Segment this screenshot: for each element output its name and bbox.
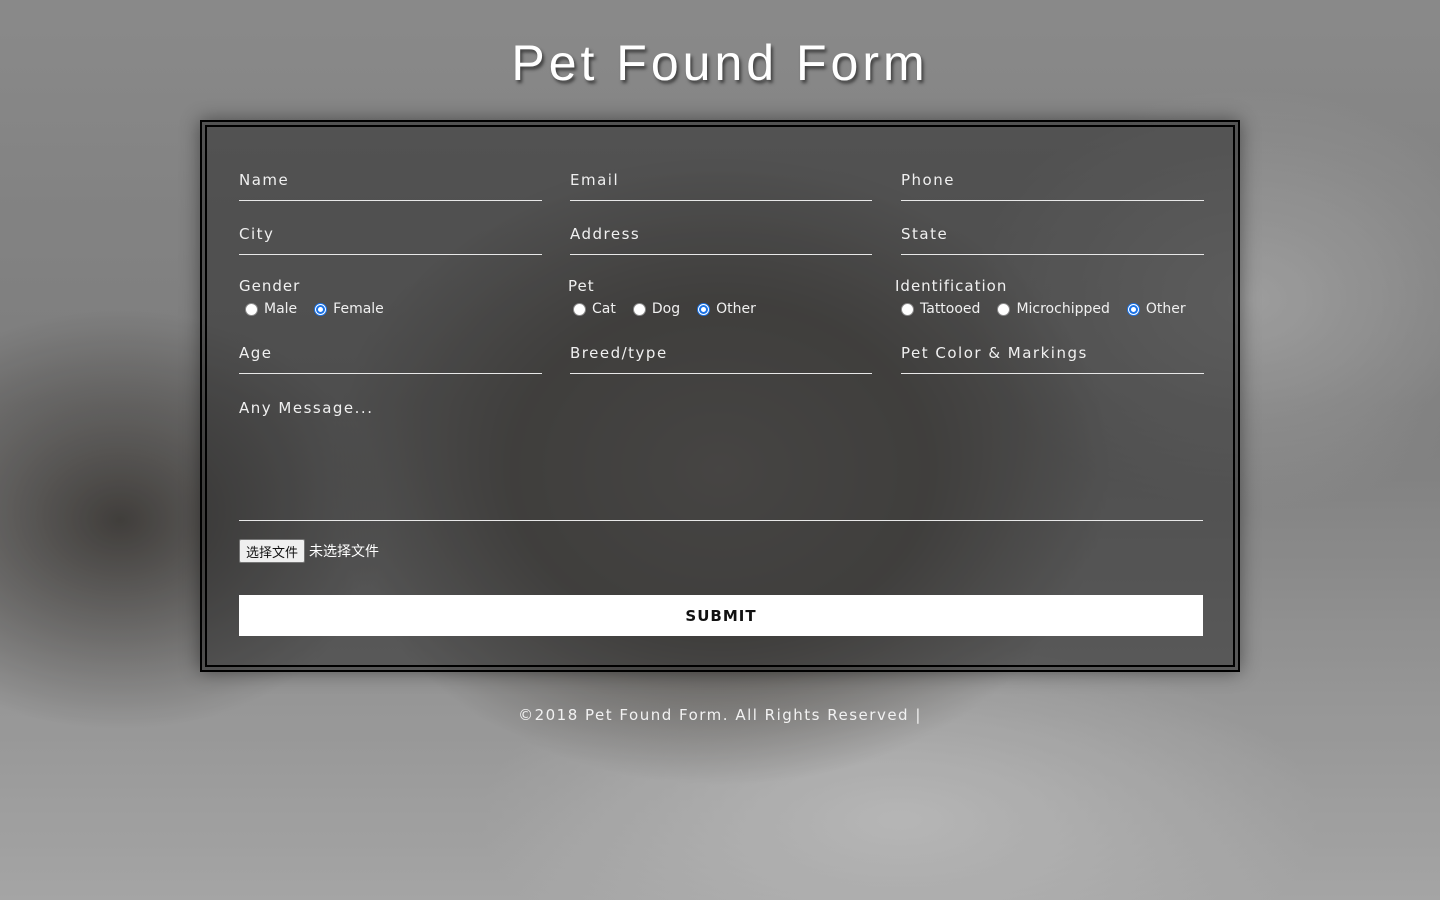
gender-label: Gender — [239, 277, 301, 295]
submit-button[interactable]: SUBMIT — [239, 595, 1203, 636]
phone-field[interactable]: Phone — [901, 163, 1204, 201]
form-inner-border: Name Email Phone City Address State Gend… — [205, 125, 1235, 667]
message-placeholder: Any Message... — [239, 399, 374, 417]
pet-option-label: Cat — [592, 301, 616, 317]
radio-pet-other[interactable] — [697, 302, 711, 316]
pet-option-label: Other — [716, 301, 756, 317]
message-textarea[interactable]: Any Message... — [239, 395, 1203, 521]
identification-options: Tattooed Microchipped Other — [901, 301, 1203, 317]
email-placeholder: Email — [570, 171, 620, 189]
radio-cat[interactable] — [573, 302, 586, 316]
gender-option-label: Female — [333, 301, 384, 317]
age-placeholder: Age — [239, 344, 273, 362]
pet-option-dog[interactable]: Dog — [632, 301, 681, 317]
pet-option-cat[interactable]: Cat — [573, 301, 616, 317]
identification-option-tattooed[interactable]: Tattooed — [901, 301, 980, 317]
identification-option-other[interactable]: Other — [1126, 301, 1186, 317]
file-upload: 选择文件 未选择文件 — [239, 539, 379, 563]
radio-microchipped[interactable] — [997, 302, 1011, 316]
identification-option-label: Tattooed — [920, 301, 981, 317]
address-field[interactable]: Address — [570, 217, 872, 255]
gender-option-male[interactable]: Male — [245, 301, 297, 317]
identification-label: Identification — [895, 277, 1008, 295]
pet-options: Cat Dog Other — [573, 301, 773, 317]
page-title: Pet Found Form — [511, 35, 929, 91]
gender-option-female[interactable]: Female — [314, 301, 384, 317]
state-placeholder: State — [901, 225, 949, 243]
pet-label: Pet — [568, 277, 595, 295]
gender-option-label: Male — [264, 301, 298, 317]
name-field[interactable]: Name — [239, 163, 542, 201]
email-field[interactable]: Email — [570, 163, 872, 201]
pet-option-label: Dog — [651, 301, 681, 317]
name-placeholder: Name — [239, 171, 290, 189]
radio-dog[interactable] — [632, 302, 646, 316]
age-field[interactable]: Age — [239, 336, 542, 374]
address-placeholder: Address — [570, 225, 641, 243]
radio-identification-other[interactable] — [1126, 302, 1140, 316]
gender-options: Male Female — [245, 301, 401, 317]
pet-option-other[interactable]: Other — [697, 301, 756, 317]
footer-copyright: ©2018 Pet Found Form. All Rights Reserve… — [518, 706, 922, 724]
radio-tattooed[interactable] — [901, 302, 914, 316]
radio-female[interactable] — [314, 302, 328, 316]
breed-placeholder: Breed/type — [570, 344, 668, 362]
state-field[interactable]: State — [901, 217, 1204, 255]
identification-option-label: Other — [1145, 301, 1186, 317]
pet-color-field[interactable]: Pet Color & Markings — [901, 336, 1204, 374]
identification-option-microchipped[interactable]: Microchipped — [997, 301, 1110, 317]
city-field[interactable]: City — [239, 217, 542, 255]
file-status-text: 未选择文件 — [309, 544, 380, 560]
city-placeholder: City — [239, 225, 275, 243]
radio-male[interactable] — [245, 302, 258, 316]
choose-file-button[interactable]: 选择文件 — [239, 539, 306, 563]
identification-option-label: Microchipped — [1016, 301, 1110, 317]
pet-color-placeholder: Pet Color & Markings — [901, 344, 1088, 362]
breed-field[interactable]: Breed/type — [570, 336, 872, 374]
pet-found-form: Name Email Phone City Address State Gend… — [200, 120, 1240, 672]
phone-placeholder: Phone — [901, 171, 955, 189]
